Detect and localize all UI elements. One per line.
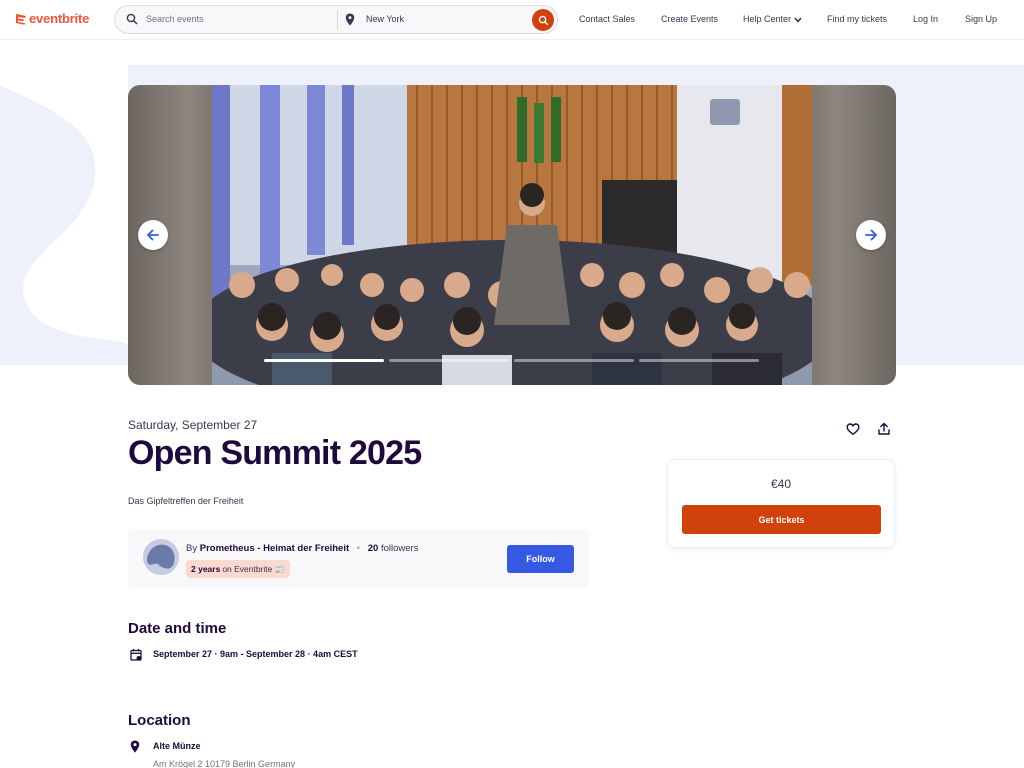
eventbrite-logo[interactable]: eventbrite [15, 11, 89, 26]
heart-icon [846, 423, 860, 436]
search-submit-button[interactable] [532, 9, 554, 31]
tenure-badge: 2 years on Eventbrite 📰 [186, 560, 290, 578]
organizer-name[interactable]: Prometheus - Heimat der Freiheit [200, 543, 349, 554]
organizer-info: By Prometheus - Heimat der Freiheit • 20… [186, 543, 418, 554]
share-button[interactable] [876, 421, 892, 437]
date-time-value: September 27 · 9am - September 28 · 4am … [153, 649, 358, 659]
location-heading: Location [128, 712, 191, 729]
search-input[interactable]: Search events [146, 14, 204, 24]
organizer-by-prefix: By [186, 543, 198, 554]
top-navigation-bar: eventbrite Search events New York Contac… [0, 0, 1024, 40]
carousel-next-button[interactable] [856, 220, 886, 250]
logo-text: eventbrite [29, 11, 90, 26]
followers-label: followers [380, 543, 419, 554]
search-icon [538, 15, 548, 25]
arrow-right-icon [865, 229, 877, 241]
organizer-card: By Prometheus - Heimat der Freiheit • 20… [128, 529, 589, 588]
nav-log-in[interactable]: Log In [913, 14, 938, 24]
organizer-logo [143, 539, 179, 575]
event-image-carousel [128, 85, 896, 385]
organizer-avatar[interactable] [143, 539, 179, 575]
event-date: Saturday, September 27 [128, 418, 258, 432]
location-input[interactable]: New York [366, 14, 404, 24]
newspaper-icon: 📰 [274, 563, 285, 574]
venue-name: Alte Münze [153, 741, 201, 751]
search-bar: Search events New York [114, 5, 558, 34]
carousel-indicator-4[interactable] [639, 359, 759, 362]
date-time-row [130, 648, 142, 661]
like-button[interactable] [845, 421, 861, 437]
location-pin-icon [130, 740, 140, 753]
calendar-icon [130, 649, 142, 661]
nav-help-center[interactable]: Help Center [743, 14, 802, 24]
event-photo [212, 85, 812, 385]
date-time-heading: Date and time [128, 620, 227, 637]
search-divider [337, 10, 338, 30]
event-title: Open Summit 2025 [128, 434, 422, 472]
share-icon [878, 422, 890, 435]
carousel-indicator-3[interactable] [514, 359, 634, 362]
tenure-badge-years: 2 years [191, 564, 221, 574]
nav-help-center-label: Help Center [743, 14, 792, 24]
carousel-prev-button[interactable] [138, 220, 168, 250]
nav-sign-up[interactable]: Sign Up [965, 14, 997, 24]
nav-find-my-tickets[interactable]: Find my tickets [827, 14, 887, 24]
nav-create-events[interactable]: Create Events [661, 14, 718, 24]
location-row [130, 740, 140, 753]
chevron-down-icon [794, 17, 802, 23]
eventbrite-e-icon [16, 13, 26, 25]
tenure-badge-label: on Eventbrite [222, 564, 273, 574]
location-pin-icon [345, 13, 355, 26]
event-photo-crowd [212, 85, 812, 385]
separator-dot: • [356, 543, 361, 554]
followers-count: 20 [367, 543, 379, 554]
event-summary: Das Gipfeltreffen der Freiheit [128, 496, 244, 506]
arrow-left-icon [147, 229, 159, 241]
nav-contact-sales[interactable]: Contact Sales [579, 14, 635, 24]
get-tickets-button[interactable]: Get tickets [682, 505, 881, 534]
ticket-price: €40 [770, 477, 792, 491]
carousel-indicator-1[interactable] [264, 359, 384, 362]
venue-address: Am Krögel 2 10179 Berlin Germany [153, 759, 296, 768]
ticket-card: €40 Get tickets [667, 459, 895, 548]
search-icon [126, 13, 138, 25]
follow-button[interactable]: Follow [507, 545, 574, 573]
carousel-indicator-2[interactable] [389, 359, 509, 362]
